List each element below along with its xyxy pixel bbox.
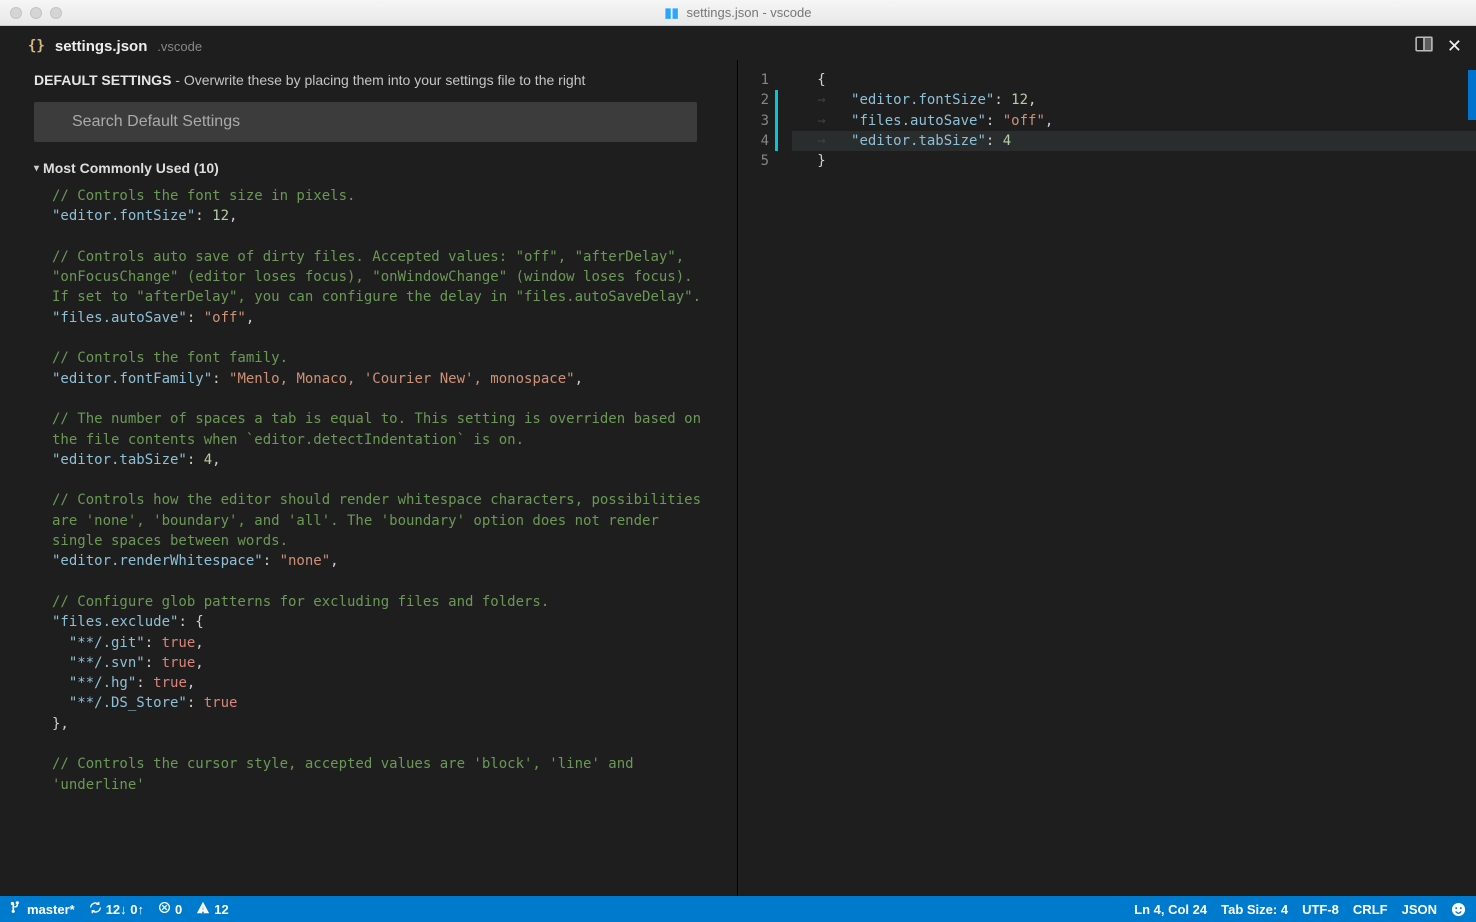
status-branch[interactable]: master* xyxy=(10,901,75,917)
editor-line[interactable]: → "files.autoSave": "off", xyxy=(792,111,1476,131)
status-encoding[interactable]: UTF-8 xyxy=(1302,902,1339,917)
tab-folder: .vscode xyxy=(157,39,202,54)
status-feedback-icon[interactable] xyxy=(1451,902,1466,917)
status-line-col[interactable]: Ln 4, Col 24 xyxy=(1134,902,1207,917)
window-title-file: settings.json xyxy=(686,5,758,20)
section-title: Most Commonly Used (10) xyxy=(43,160,219,176)
sync-icon xyxy=(89,901,102,917)
status-tab-size[interactable]: Tab Size: 4 xyxy=(1221,902,1288,917)
warning-icon xyxy=(196,901,210,918)
vscode-icon: ▮▮ xyxy=(665,5,679,20)
status-warnings[interactable]: 12 xyxy=(196,901,228,918)
default-settings-code[interactable]: // Controls the font size in pixels. "ed… xyxy=(34,186,737,795)
files-exclude-entry: "**/.git": true, xyxy=(52,633,717,653)
line-number: 5 xyxy=(739,151,778,171)
status-sync[interactable]: 12↓ 0↑ xyxy=(89,901,144,917)
status-bar: master* 12↓ 0↑ 0 12 Ln 4, Col 24 Tab Siz… xyxy=(0,896,1476,922)
split-editor-icon[interactable] xyxy=(1415,35,1433,58)
default-settings-heading: DEFAULT SETTINGS - Overwrite these by pl… xyxy=(34,72,737,88)
editor-line[interactable]: } xyxy=(792,151,1476,171)
tab-filename[interactable]: settings.json xyxy=(55,38,148,55)
window-title: ▮▮ settings.json - vscode xyxy=(0,5,1476,21)
editor-line[interactable]: { xyxy=(792,70,1476,90)
editor-line[interactable]: → "editor.fontSize": 12, xyxy=(792,90,1476,110)
editor-content[interactable]: { → "editor.fontSize": 12, → "files.auto… xyxy=(788,60,1476,896)
file-json-icon: {} xyxy=(28,38,45,54)
git-branch-icon xyxy=(10,901,23,917)
twisty-down-icon: ▾ xyxy=(34,163,39,174)
tab-bar: {} settings.json .vscode ✕ xyxy=(0,26,1476,60)
titlebar: ▮▮ settings.json - vscode xyxy=(0,0,1476,26)
user-settings-editor[interactable]: 12345 { → "editor.fontSize": 12, → "file… xyxy=(738,60,1476,896)
line-number: 1 xyxy=(739,70,778,90)
status-errors[interactable]: 0 xyxy=(158,901,182,917)
files-exclude-entry: "**/.DS_Store": true xyxy=(52,693,717,713)
files-exclude-entry: "**/.svn": true, xyxy=(52,653,717,673)
line-number: 4 xyxy=(739,131,778,151)
window-title-folder: - vscode xyxy=(759,5,812,20)
editor-line[interactable]: → "editor.tabSize": 4 xyxy=(792,131,1476,151)
close-tab-button[interactable]: ✕ xyxy=(1447,37,1462,55)
section-most-commonly-used[interactable]: ▾ Most Commonly Used (10) xyxy=(34,160,737,176)
status-language[interactable]: JSON xyxy=(1402,902,1437,917)
content-split: DEFAULT SETTINGS - Overwrite these by pl… xyxy=(0,60,1476,896)
status-eol[interactable]: CRLF xyxy=(1353,902,1388,917)
search-input[interactable] xyxy=(34,102,697,142)
line-number: 2 xyxy=(739,90,778,110)
error-icon xyxy=(158,901,171,917)
overview-ruler-mark xyxy=(1468,70,1476,120)
default-settings-pane[interactable]: DEFAULT SETTINGS - Overwrite these by pl… xyxy=(0,60,738,896)
files-exclude-entry: "**/.hg": true, xyxy=(52,673,717,693)
line-number-gutter: 12345 xyxy=(738,60,788,896)
line-number: 3 xyxy=(739,111,778,131)
search-wrap xyxy=(34,102,697,142)
